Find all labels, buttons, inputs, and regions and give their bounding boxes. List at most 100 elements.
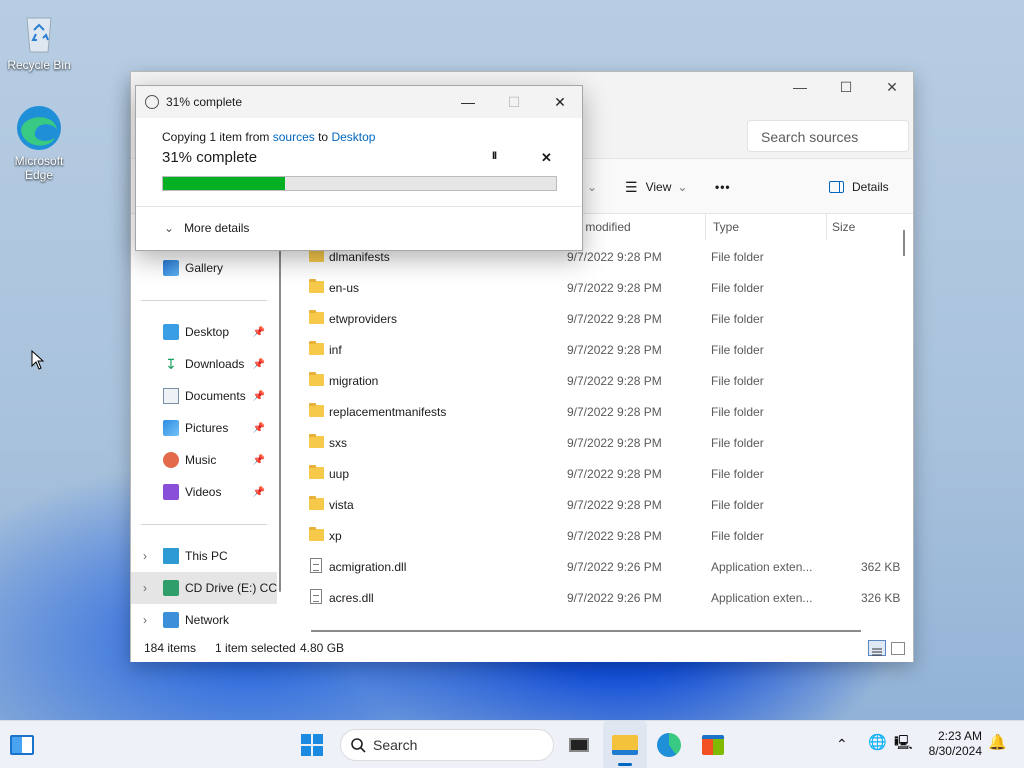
column-separator[interactable] — [705, 214, 706, 240]
scrollbar-thumb[interactable] — [279, 214, 281, 592]
taskbar: Search ⌃ 🌐 🖳 2:23 AM 8/30/2024 🔔 — [0, 720, 1024, 768]
sidebar-item-music[interactable]: Music 📌 — [141, 444, 271, 476]
destination-link[interactable]: Desktop — [331, 130, 375, 144]
source-link[interactable]: sources — [273, 130, 315, 144]
sidebar-item-label: CD Drive (E:) CC — [185, 581, 277, 595]
sidebar-item-this-pc[interactable]: › This PC — [141, 540, 271, 572]
folder-icon — [309, 465, 324, 479]
file-type: File folder — [711, 498, 764, 512]
chevron-down-icon: ⌄ — [587, 180, 598, 194]
taskbar-search[interactable]: Search — [340, 729, 554, 761]
desktop-icon-edge[interactable]: Microsoft Edge — [4, 104, 74, 182]
sidebar-item-gallery[interactable]: Gallery — [141, 252, 271, 284]
table-row[interactable]: etwproviders 9/7/2022 9:28 PM File folder — [285, 304, 895, 335]
details-view-button[interactable] — [868, 640, 886, 656]
file-name: xp — [329, 529, 342, 543]
maximize-button[interactable]: ☐ — [823, 72, 869, 102]
dialog-title: 31% complete — [166, 95, 243, 109]
windows-logo-icon — [301, 734, 323, 756]
search-input[interactable]: Search sources — [747, 120, 909, 152]
sidebar-item-desktop[interactable]: Desktop 📌 — [141, 316, 271, 348]
task-view-button[interactable] — [557, 721, 601, 768]
view-button[interactable]: ☰ View ⌄ — [625, 159, 687, 215]
folder-icon — [309, 434, 324, 448]
progress-bar-fill — [163, 177, 285, 190]
table-row[interactable]: uup 9/7/2022 9:28 PM File folder — [285, 459, 895, 490]
language-globe-icon[interactable]: 🌐 — [868, 735, 887, 750]
more-options-button[interactable]: ••• — [715, 159, 731, 215]
file-date-modified: 9/7/2022 9:28 PM — [567, 529, 662, 543]
desktop-icon-label: Recycle Bin — [7, 58, 71, 72]
sidebar-scrollbar[interactable] — [277, 214, 285, 634]
table-row[interactable]: migration 9/7/2022 9:28 PM File folder — [285, 366, 895, 397]
notification-bell-icon[interactable]: 🔔 — [988, 735, 1007, 750]
sidebar-item-pictures[interactable]: Pictures 📌 — [141, 412, 271, 444]
column-header-type[interactable]: Type — [713, 214, 739, 240]
table-row[interactable]: vista 9/7/2022 9:28 PM File folder — [285, 490, 895, 521]
copy-progress-dialog: 31% complete — ☐ ✕ Copying 1 item from s… — [135, 85, 583, 251]
sidebar-item-downloads[interactable]: ↧ Downloads 📌 — [141, 348, 271, 380]
network-disconnected-icon[interactable]: 🖳 — [894, 735, 913, 750]
file-type: File folder — [711, 405, 764, 419]
clock[interactable]: 2:23 AM 8/30/2024 — [916, 729, 982, 759]
navigation-pane: Gallery Desktop 📌 ↧ Downloads 📌 Document… — [131, 214, 277, 634]
more-details-label: More details — [184, 221, 250, 235]
file-name: migration — [329, 374, 379, 388]
this-pc-icon — [163, 548, 179, 564]
horizontal-scrollbar[interactable] — [311, 630, 861, 632]
tiles-view-button[interactable] — [891, 642, 905, 655]
selection-info: 1 item selected — [215, 641, 296, 655]
maximize-button: ☐ — [507, 94, 521, 110]
column-separator[interactable] — [826, 214, 827, 240]
file-list: te modified Type Size dlmanifests 9/7/202… — [285, 214, 913, 634]
table-row[interactable]: inf 9/7/2022 9:28 PM File folder — [285, 335, 895, 366]
file-name: uup — [329, 467, 350, 481]
sidebar-item-videos[interactable]: Videos 📌 — [141, 476, 271, 508]
sidebar-item-label: Network — [185, 613, 230, 627]
start-button[interactable] — [290, 721, 334, 768]
minimize-button[interactable]: — — [777, 72, 823, 102]
file-name: en-us — [329, 281, 360, 295]
copy-prefix: Copying 1 item from — [162, 130, 270, 144]
sidebar-item-network[interactable]: › Network — [141, 604, 271, 636]
file-name: acres.dll — [329, 591, 374, 605]
search-icon — [351, 738, 366, 753]
taskbar-store[interactable] — [691, 721, 735, 768]
taskbar-file-explorer[interactable] — [603, 721, 647, 768]
file-date-modified: 9/7/2022 9:28 PM — [567, 281, 662, 295]
chevron-right-icon: › — [143, 613, 147, 627]
sidebar-item-documents[interactable]: Documents 📌 — [141, 380, 271, 412]
videos-icon — [163, 484, 179, 500]
minimize-button[interactable]: — — [445, 86, 491, 118]
close-button[interactable]: ✕ — [537, 86, 583, 118]
desktop-icon-recycle-bin[interactable]: Recycle Bin — [4, 8, 74, 72]
file-dll-icon — [310, 589, 322, 604]
pin-icon: 📌 — [252, 486, 265, 498]
sidebar-item-cd-drive[interactable]: › CD Drive (E:) CC — [131, 572, 277, 604]
file-type: Application exten... — [711, 591, 813, 605]
file-list-scrollbar[interactable] — [903, 230, 905, 256]
sidebar-item-label: Desktop — [185, 325, 230, 339]
pause-button[interactable]: II — [492, 150, 497, 162]
progress-text: 31% complete — [162, 149, 258, 166]
table-row[interactable]: sxs 9/7/2022 9:28 PM File folder — [285, 428, 895, 459]
column-header-size[interactable]: Size — [832, 214, 855, 240]
show-hidden-icons-chevron-icon[interactable]: ⌃ — [836, 737, 848, 752]
details-pane-icon — [829, 181, 844, 193]
taskbar-edge[interactable] — [647, 721, 691, 768]
table-row[interactable]: xp 9/7/2022 9:28 PM File folder — [285, 521, 895, 552]
close-button[interactable]: ✕ — [869, 72, 915, 102]
cancel-copy-button[interactable]: ✕ — [541, 150, 552, 166]
table-row[interactable]: replacementmanifests 9/7/2022 9:28 PM File… — [285, 397, 895, 428]
documents-icon — [163, 388, 179, 404]
folder-icon — [309, 248, 324, 262]
table-row[interactable]: acmigration.dll 9/7/2022 9:26 PM Applicati… — [285, 552, 900, 583]
selection-size: 4.80 GB — [300, 641, 345, 655]
details-pane-button[interactable]: Details — [829, 159, 889, 215]
file-dll-icon — [310, 558, 322, 573]
table-row[interactable]: acres.dll 9/7/2022 9:26 PM Application ext… — [285, 583, 900, 614]
widgets-button[interactable] — [0, 721, 44, 768]
more-details-toggle[interactable]: ⌄ More details — [164, 221, 249, 235]
table-row[interactable]: en-us 9/7/2022 9:28 PM File folder — [285, 273, 895, 304]
chevron-down-icon: ⌄ — [164, 221, 175, 235]
